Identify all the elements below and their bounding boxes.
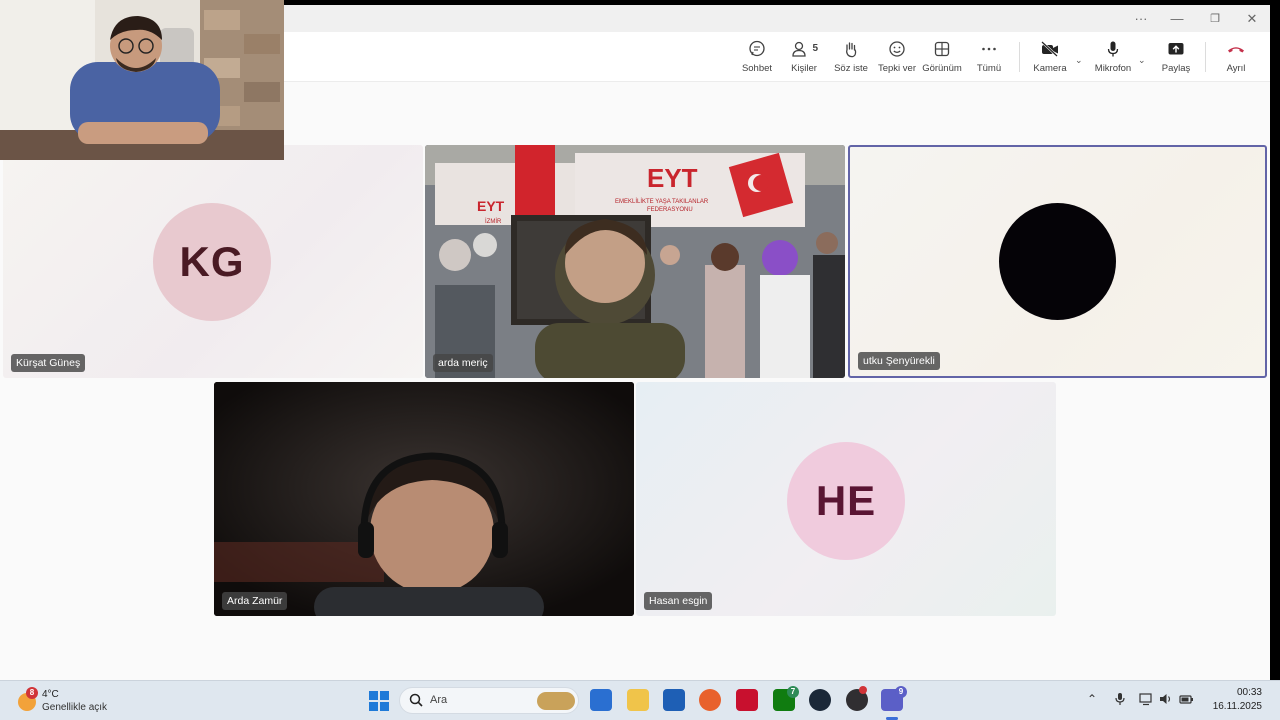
chat-icon [735,38,779,60]
raise-hand-label: Söz iste [834,63,868,74]
camera-off-icon [1030,38,1070,60]
microphone-tray-icon[interactable] [1114,692,1126,709]
view-label: Görünüm [922,63,962,74]
people-button[interactable]: 5 Kişiler [784,38,824,82]
grid-view-icon [920,38,964,60]
react-button[interactable]: Tepki ver [876,38,918,82]
more-actions-label: Tümü [976,63,1002,74]
close-button[interactable]: ✕ [1238,9,1266,29]
teams-badge: 9 [895,686,907,698]
avatar [999,203,1116,320]
search-placeholder: Ara [430,694,448,706]
notification-dot [859,686,867,694]
search-highlight-image [537,692,575,710]
steam-icon[interactable] [809,689,831,711]
banner-line-1: EMEKLİLİKTE YAŞA TAKILANLAR [615,198,709,205]
search-icon [409,693,423,712]
raise-hand-button[interactable]: Söz iste [830,38,872,82]
microphone-options-chevron-icon[interactable]: ⌄ [1138,55,1146,66]
more-actions-button[interactable]: Tümü [970,38,1008,82]
xbox-badge: 7 [787,686,799,698]
ellipsis-icon [970,38,1008,60]
participant-video [214,382,634,616]
weather-widget[interactable]: 8 4°C Genellikle açık [14,685,134,717]
avatar: HE [787,442,905,560]
windows-logo-icon [369,691,389,711]
clock-time: 00:33 [1236,687,1262,698]
camera-button[interactable]: Kamera [1030,38,1070,82]
people-label: Kişiler [791,63,817,74]
leave-label: Ayrıl [1226,63,1246,74]
weather-temperature: 4°C [42,689,59,700]
people-icon: 5 [784,38,824,60]
volume-icon[interactable] [1159,692,1173,709]
self-view-video [0,0,284,160]
leave-button[interactable]: Ayrıl [1218,38,1254,82]
banner-eyt-text-2: EYT [477,198,505,214]
participant-tile-utku-senyurekli[interactable]: utku Şenyürekli [848,145,1267,378]
hang-up-icon [1218,38,1254,60]
weather-description: Genellikle açık [42,702,108,713]
raise-hand-icon [830,38,872,60]
chat-label: Sohbet [741,63,773,74]
taskbar: 8 4°C Genellikle açık Ara 7 9 ⌃ 00:33 16… [0,680,1280,720]
participant-tile-kursat-gunes[interactable]: KG Kürşat Güneş [3,145,423,378]
file-explorer-icon[interactable] [627,689,649,711]
camera-options-chevron-icon[interactable]: ⌄ [1075,55,1083,66]
show-hidden-icons-chevron-icon[interactable]: ⌃ [1087,692,1097,706]
participant-name-label: Hasan esgin [644,592,713,610]
banner-eyt-text: EYT [647,163,698,193]
toolbar-divider-2 [1205,42,1206,72]
toolbar-divider [1019,42,1020,72]
firefox-icon[interactable] [699,689,721,711]
clock-date: 16.11.2025 [1212,701,1262,712]
chat-button[interactable]: Sohbet [735,38,779,82]
participant-tile-hasan-esgin[interactable]: HE Hasan esgin [636,382,1056,616]
microphone-icon [1092,38,1134,60]
more-options-button[interactable]: ··· [1127,9,1155,29]
view-button[interactable]: Görünüm [920,38,964,82]
self-view-image [0,0,284,160]
camera-label: Kamera [1033,63,1067,74]
microphone-label: Mikrofon [1094,63,1132,74]
weather-badge: 8 [26,687,38,699]
participant-name-label: arda meriç [433,354,493,372]
people-count: 5 [812,43,818,54]
screen: ··· — ❐ ✕ Sohbet 5 Kişiler Söz iste Tepk… [0,0,1280,720]
banner-line-2: FEDERASYONU [647,207,693,213]
react-label: Tepki ver [877,63,916,74]
mail-app-icon[interactable] [590,689,612,711]
participant-tile-arda-meric[interactable]: EYT EYT EMEKLİLİKTE YAŞA TAKILANLAR FEDE… [425,145,845,378]
restore-button[interactable]: ❐ [1201,9,1229,29]
battery-icon[interactable] [1179,692,1194,709]
share-button[interactable]: Paylaş [1158,38,1194,82]
microphone-button[interactable]: Mikrofon [1092,38,1134,82]
participant-tile-arda-zamur[interactable]: Arda Zamür [214,382,634,616]
share-label: Paylaş [1161,63,1191,74]
amd-software-icon[interactable] [736,689,758,711]
network-icon[interactable] [1139,692,1153,709]
smiley-icon [876,38,918,60]
avatar: KG [153,203,271,321]
participant-name-label: Kürşat Güneş [11,354,86,372]
clock[interactable]: 00:33 16.11.2025 [1200,687,1262,715]
store-app-icon[interactable] [663,689,685,711]
start-button[interactable] [369,691,389,711]
protest-background-image: EYT EYT EMEKLİLİKTE YAŞA TAKILANLAR FEDE… [425,145,845,378]
share-screen-icon [1158,38,1194,60]
minimize-button[interactable]: — [1163,9,1191,29]
taskbar-search-box[interactable]: Ara [399,687,579,714]
participant-name-label: Arda Zamür [222,592,288,610]
participant-name-label: utku Şenyürekli [858,352,940,370]
banner-city: İZMİR [485,218,502,225]
